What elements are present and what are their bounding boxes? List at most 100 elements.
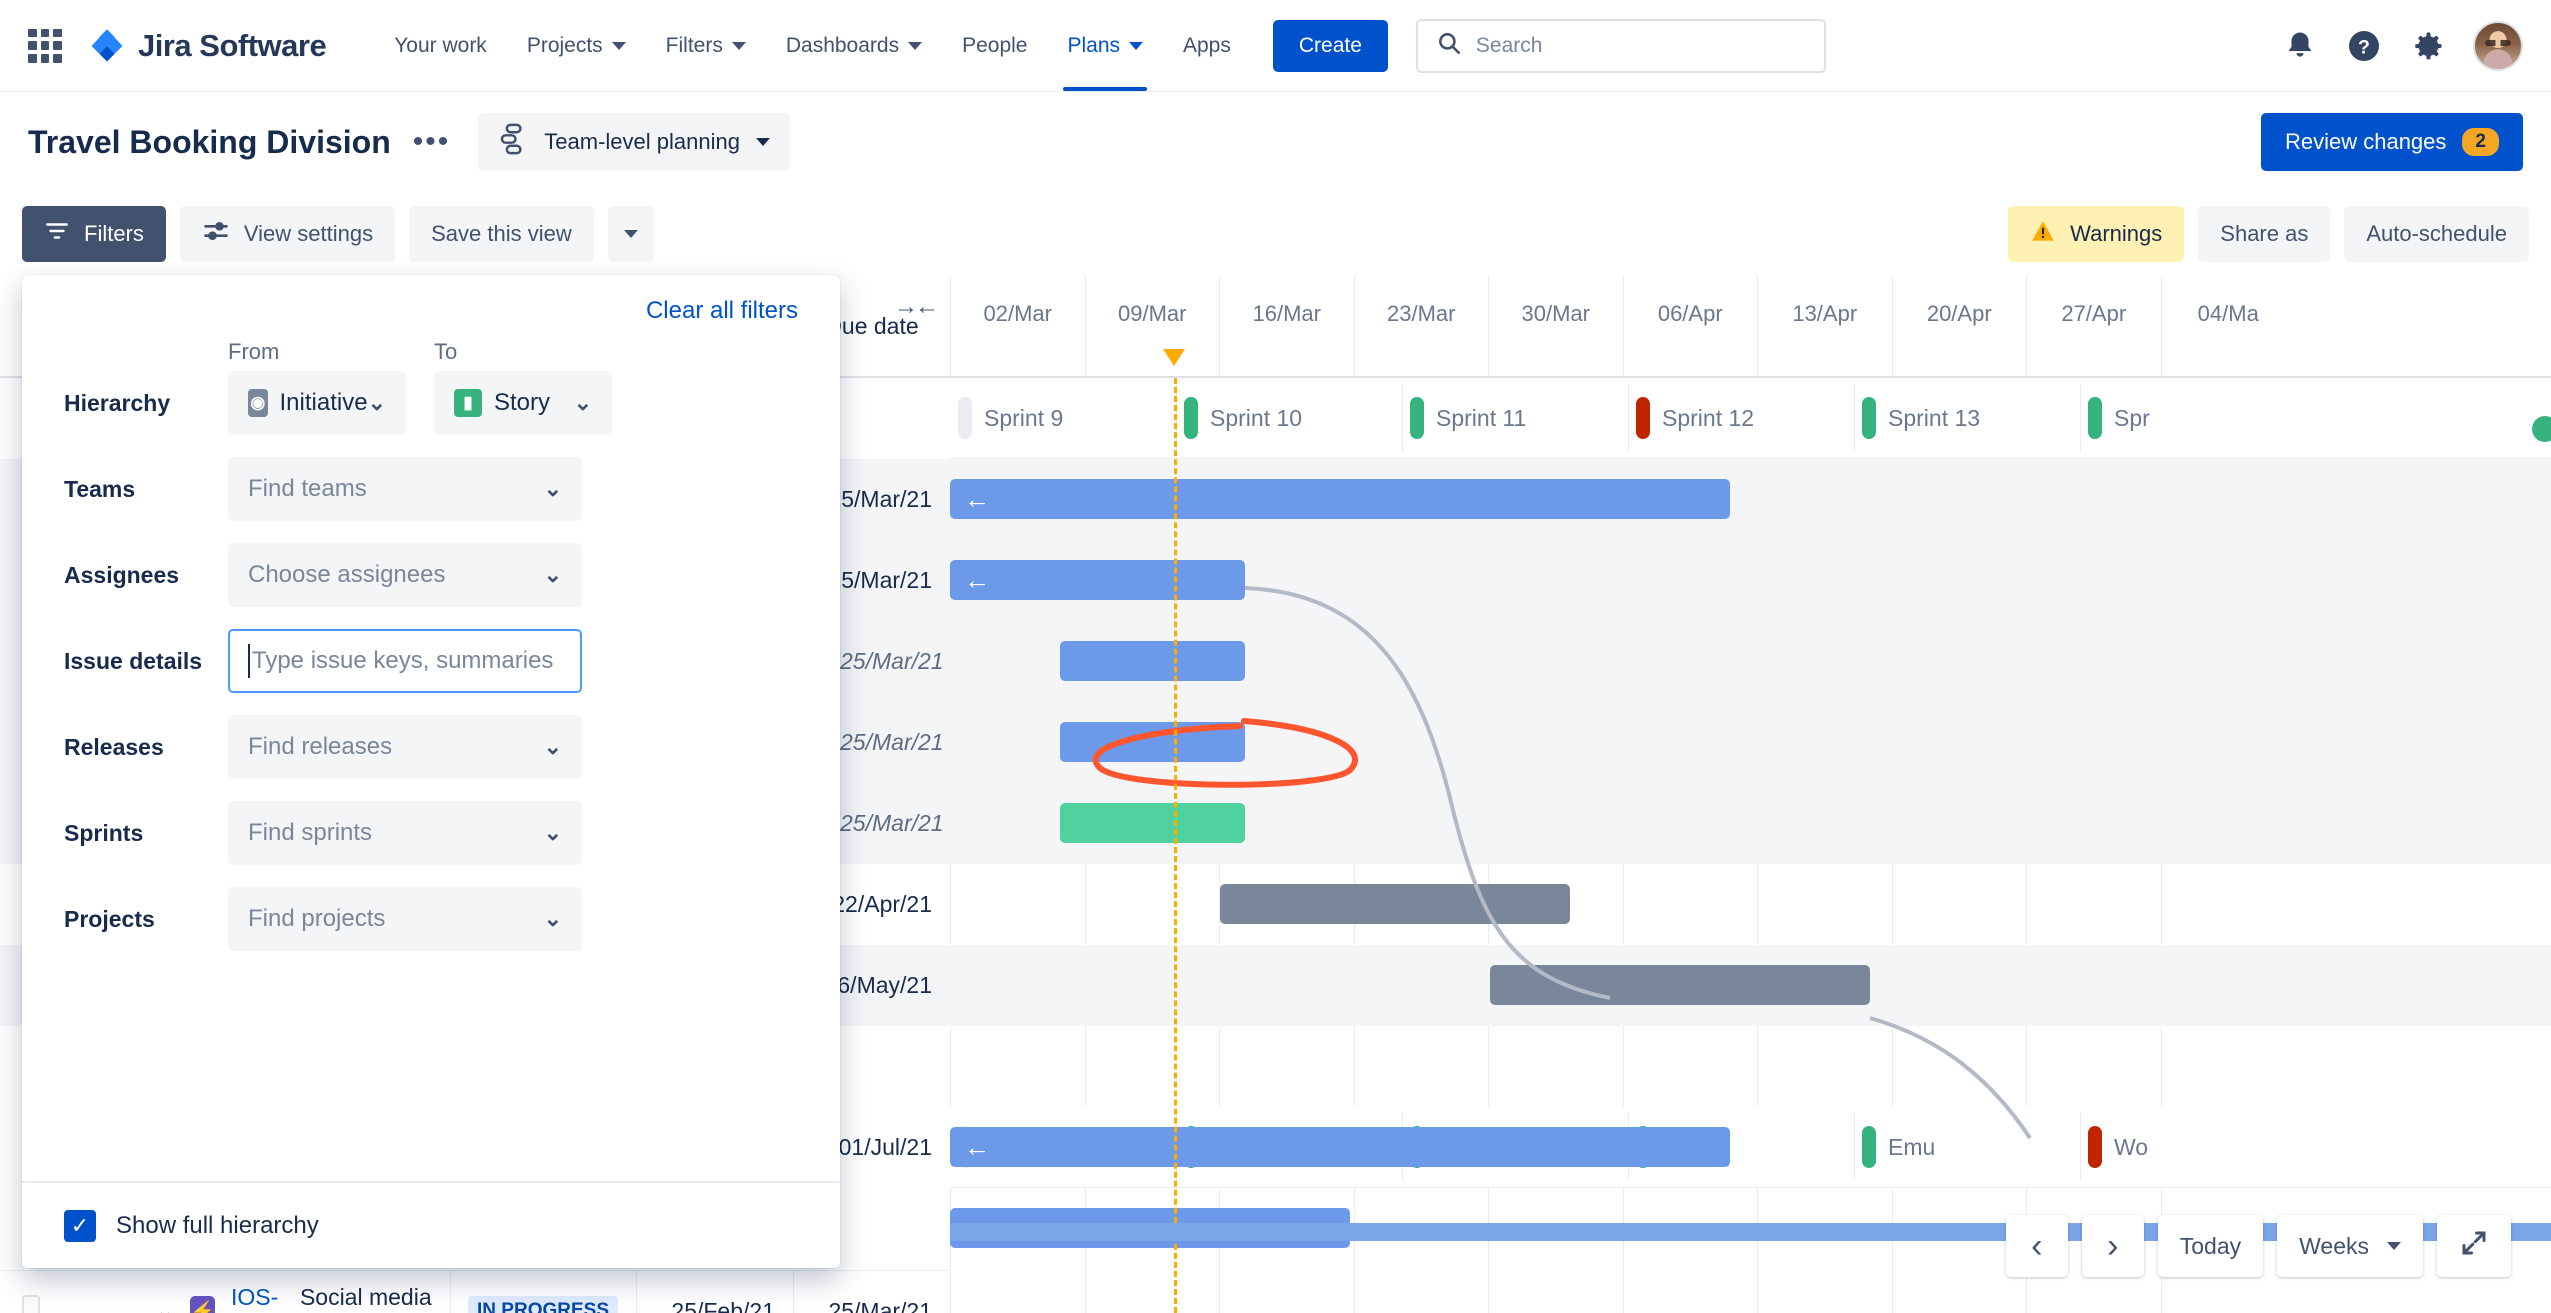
warnings-button[interactable]: Warnings <box>2008 205 2185 262</box>
chevron-down-icon: ⌄ <box>543 906 562 931</box>
sprint-marker[interactable]: Sprint 9 <box>958 397 1063 439</box>
due-date-value: 25/Mar/21 <box>840 648 944 674</box>
save-this-view-button[interactable]: Save this view <box>409 205 594 262</box>
table-row-last-issue[interactable]: ⌄ ⚡ IOS-543 Social media integr... IN PR… <box>0 1270 950 1313</box>
hierarchy-from-select[interactable]: ◉ Initiative ⌄ <box>228 371 406 435</box>
due-date-value: 25/Mar/21 <box>840 810 944 836</box>
scroll-right-button[interactable]: › <box>2081 1215 2144 1277</box>
sprints-select[interactable]: Find sprints ⌄ <box>228 801 582 865</box>
show-full-hierarchy-checkbox[interactable]: ✓ <box>64 1209 96 1242</box>
timeline-bar[interactable]: ← <box>950 560 1245 600</box>
sprint-divider <box>2080 384 2081 452</box>
user-avatar[interactable] <box>2473 20 2523 71</box>
clear-all-filters-link[interactable]: Clear all filters <box>64 297 798 325</box>
review-changes-label: Review changes <box>2284 129 2447 154</box>
filter-label-releases: Releases <box>64 733 164 760</box>
show-full-hierarchy-label: Show full hierarchy <box>116 1211 319 1239</box>
warning-triangle-icon <box>2030 218 2056 250</box>
filter-label-teams: Teams <box>64 475 136 502</box>
nav-label: Projects <box>526 33 603 57</box>
sprint-marker[interactable]: Spr <box>2088 397 2150 439</box>
sprint-marker[interactable]: Sprint 12 <box>1636 397 1754 439</box>
bar-overflow-arrow-icon: ← <box>964 484 990 514</box>
filters-button[interactable]: Filters <box>22 205 166 262</box>
scroll-left-button[interactable]: ‹ <box>2005 1215 2068 1277</box>
release-marker[interactable]: Wo <box>2088 1126 2148 1168</box>
nav-item-dashboards[interactable]: Dashboards <box>766 0 942 91</box>
assignees-select[interactable]: Choose assignees ⌄ <box>228 543 582 607</box>
create-button[interactable]: Create <box>1272 19 1388 72</box>
sprint-marker[interactable]: Sprint 13 <box>1862 397 1980 439</box>
sprint-marker[interactable]: Sprint 11 <box>1410 397 1526 439</box>
sprint-marker[interactable]: Sprint 10 <box>1184 397 1302 439</box>
share-as-button[interactable]: Share as <box>2198 205 2331 262</box>
row-checkbox[interactable] <box>22 1295 40 1313</box>
issue-details-input[interactable]: Type issue keys, summaries <box>228 629 582 693</box>
timeline-bar[interactable]: ← <box>950 1127 1730 1167</box>
settings-gear-icon[interactable] <box>2409 27 2447 65</box>
chevron-down-icon <box>1129 41 1143 50</box>
nav-item-apps[interactable]: Apps <box>1163 0 1251 91</box>
fullscreen-button[interactable] <box>2437 1215 2511 1277</box>
chevron-down-icon: ⌄ <box>543 734 562 759</box>
view-settings-label: View settings <box>243 220 374 246</box>
timeline-bar[interactable] <box>1060 722 1245 762</box>
filter-label-assignees: Assignees <box>64 561 180 588</box>
sprints-placeholder: Find sprints <box>248 819 373 846</box>
timeline-row <box>950 864 2551 945</box>
filters-panel-footer: ✓ Show full hierarchy <box>22 1181 840 1268</box>
app-switcher-icon[interactable] <box>28 28 62 63</box>
release-color-cap <box>1862 1126 1876 1168</box>
filter-row-sprints: Sprints Find sprints ⌄ <box>64 801 798 865</box>
release-marker[interactable]: Emu <box>1862 1126 1935 1168</box>
chevron-down-icon <box>2387 1242 2401 1250</box>
collapse-columns-icon[interactable]: →← <box>894 293 939 321</box>
jira-brand-logo-link[interactable]: Jira Software <box>88 27 327 65</box>
nav-item-filters[interactable]: Filters <box>646 0 766 91</box>
chevron-down-icon <box>623 229 638 238</box>
status-badge: IN PROGRESS <box>468 1296 618 1313</box>
issue-key-link[interactable]: IOS-543 <box>231 1284 284 1313</box>
sprint-divider <box>1854 384 1855 452</box>
releases-select[interactable]: Find releases ⌄ <box>228 715 582 779</box>
bar-overflow-arrow-icon: ← <box>964 1132 990 1162</box>
due-date-value: 25/Mar/21 <box>828 567 932 593</box>
timeline-bar[interactable] <box>1060 803 1245 843</box>
nav-label: Dashboards <box>785 33 900 57</box>
help-icon[interactable]: ? <box>2345 27 2383 65</box>
from-label: From <box>228 339 280 364</box>
search-icon <box>1436 30 1462 62</box>
view-switcher-dropdown[interactable]: Team-level planning <box>478 113 790 171</box>
nav-item-projects[interactable]: Projects <box>507 0 646 91</box>
sprint-divider <box>1402 384 1403 452</box>
nav-item-people[interactable]: People <box>942 0 1047 91</box>
timeline-bar[interactable] <box>1220 884 1570 924</box>
hierarchy-from-value: Initiative <box>279 389 368 416</box>
due-date-value: 25/Mar/21 <box>828 1297 932 1313</box>
view-settings-button[interactable]: View settings <box>179 205 396 262</box>
hierarchy-to-select[interactable]: ▮ Story ⌄ <box>434 371 612 435</box>
nav-label: Apps <box>1183 33 1231 57</box>
nav-item-your-work[interactable]: Your work <box>374 0 507 91</box>
search-input[interactable]: Search <box>1415 18 1826 73</box>
auto-schedule-button[interactable]: Auto-schedule <box>2344 205 2529 262</box>
zoom-level-dropdown[interactable]: Weeks <box>2277 1215 2423 1277</box>
timeline-bar[interactable]: ← <box>950 479 1730 519</box>
today-button[interactable]: Today <box>2157 1215 2264 1277</box>
projects-select[interactable]: Find projects ⌄ <box>228 887 582 951</box>
sprint-color-cap <box>958 397 972 439</box>
teams-select[interactable]: Find teams ⌄ <box>228 457 582 521</box>
search-placeholder: Search <box>1475 33 1543 57</box>
sprint-color-cap <box>1862 397 1876 439</box>
more-actions-button[interactable]: ••• <box>413 127 451 157</box>
timeline-bar[interactable] <box>1490 965 1870 1005</box>
expand-chevron-icon[interactable]: ⌄ <box>156 1298 174 1313</box>
review-changes-button[interactable]: Review changes 2 <box>2260 113 2523 171</box>
save-view-dropdown-button[interactable] <box>607 205 654 262</box>
filter-label-sprints: Sprints <box>64 819 144 846</box>
chevron-down-icon <box>731 41 746 50</box>
notifications-bell-icon[interactable] <box>2281 27 2319 65</box>
timeline-bar[interactable] <box>1060 641 1245 681</box>
due-date-value: 25/Mar/21 <box>828 486 932 512</box>
nav-item-plans[interactable]: Plans <box>1047 0 1163 91</box>
